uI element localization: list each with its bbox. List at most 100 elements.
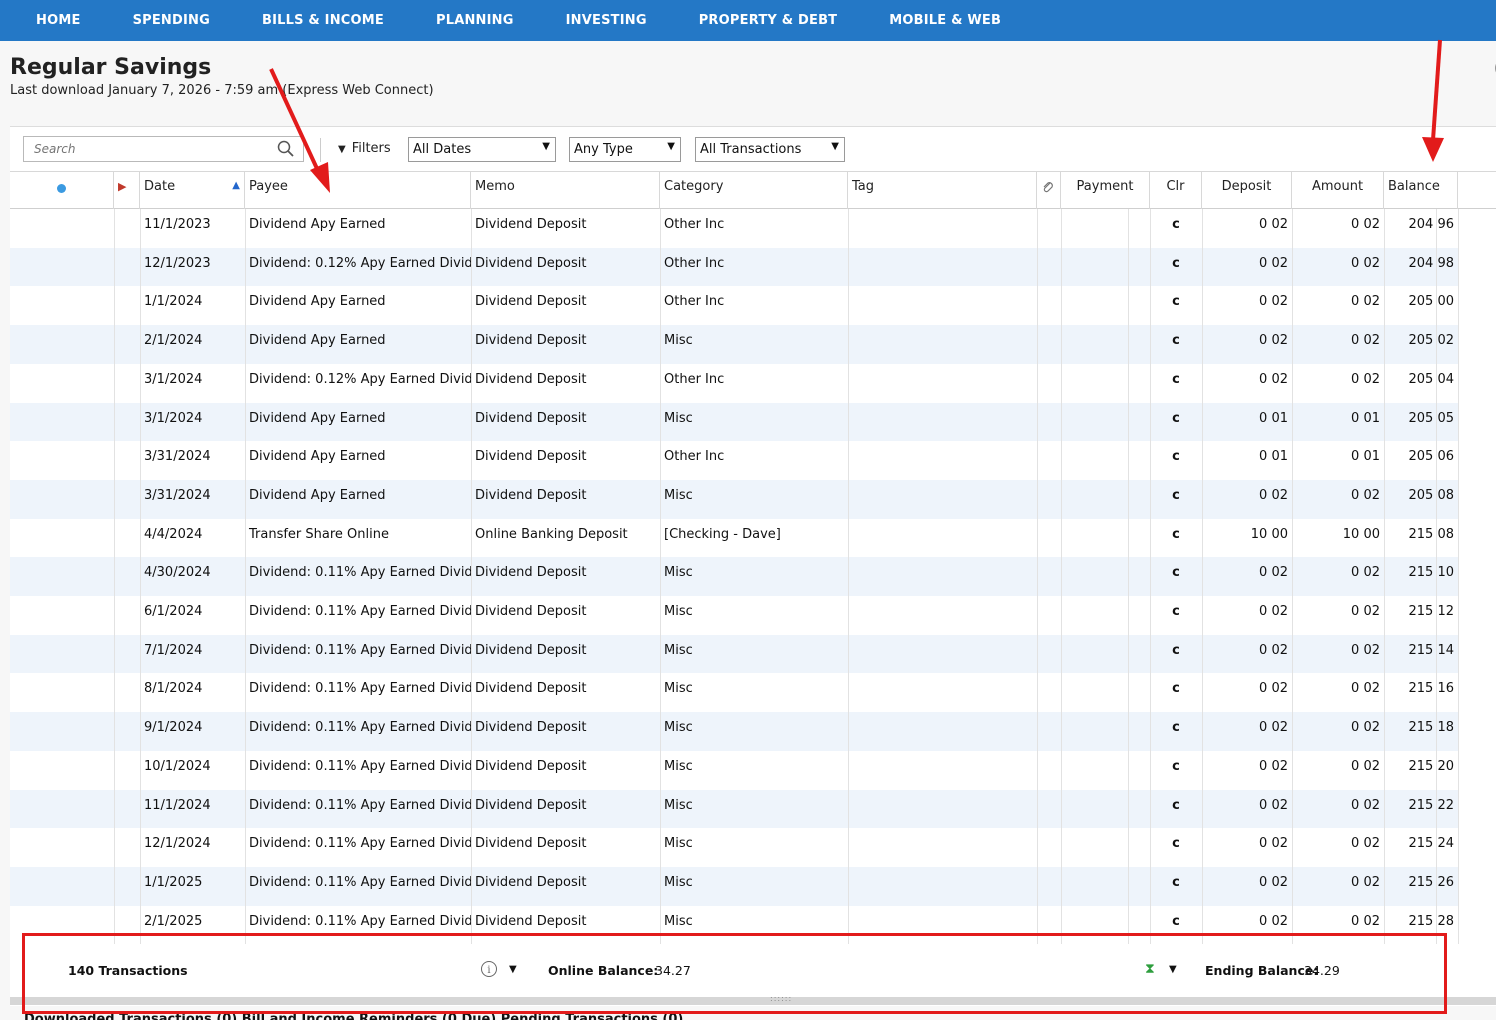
cell-category: Other Inc bbox=[664, 255, 725, 271]
table-row[interactable]: 9/1/2024 Dividend: 0.11% Apy Earned Divid… bbox=[10, 712, 1458, 751]
hourglass-icon[interactable]: ⧗ bbox=[1145, 961, 1155, 977]
grid-line bbox=[114, 209, 115, 945]
nav-planning[interactable]: PLANNING bbox=[410, 13, 540, 28]
search-icon[interactable] bbox=[277, 140, 295, 158]
cell-payee: Dividend Apy Earned bbox=[249, 217, 386, 232]
column-flag[interactable]: ▶ bbox=[114, 172, 140, 209]
cell-date: 3/31/2024 bbox=[144, 487, 211, 503]
table-row[interactable]: 12/1/2024 Dividend: 0.11% Apy Earned Divi… bbox=[10, 828, 1458, 867]
column-amount[interactable]: Amount bbox=[1292, 172, 1384, 209]
cell-clr: c bbox=[1172, 681, 1180, 697]
cell-amount: 0 02 bbox=[1351, 565, 1380, 581]
column-balance[interactable]: Balance bbox=[1384, 172, 1458, 209]
cell-memo: Dividend Deposit bbox=[475, 410, 587, 426]
column-memo[interactable]: Memo bbox=[471, 172, 660, 209]
column-deposit[interactable]: Deposit bbox=[1202, 172, 1292, 209]
filter-funnel-icon: ▼ bbox=[338, 144, 346, 155]
search-box[interactable] bbox=[23, 136, 304, 162]
info-icon[interactable]: i bbox=[480, 960, 498, 982]
table-row[interactable]: 4/30/2024 Dividend: 0.11% Apy Earned Divi… bbox=[10, 557, 1458, 596]
table-row[interactable]: 8/1/2024 Dividend: 0.11% Apy Earned Divid… bbox=[10, 673, 1458, 712]
cell-clr: c bbox=[1172, 255, 1180, 271]
register-column-header: ▶ Date ▲ Payee Memo Category Tag Payment … bbox=[10, 171, 1496, 209]
cell-date: 1/1/2024 bbox=[144, 294, 203, 310]
cell-deposit: 0 02 bbox=[1259, 797, 1288, 813]
cell-balance: 215 18 bbox=[1408, 720, 1455, 736]
cell-deposit: 10 00 bbox=[1250, 526, 1288, 542]
table-row[interactable]: 11/1/2024 Dividend: 0.11% Apy Earned Divi… bbox=[10, 789, 1458, 829]
nav-property-debt[interactable]: PROPERTY & DEBT bbox=[673, 13, 864, 28]
cell-clr: c bbox=[1172, 449, 1180, 465]
cell-memo: Dividend Deposit bbox=[475, 720, 587, 736]
cell-date: 12/1/2023 bbox=[144, 255, 211, 271]
transaction-count: 140 Transactions bbox=[68, 963, 188, 978]
search-input[interactable] bbox=[24, 137, 264, 161]
cell-memo: Dividend Deposit bbox=[475, 255, 587, 271]
status-dot-icon bbox=[57, 184, 66, 193]
column-status[interactable] bbox=[10, 172, 114, 209]
cell-clr: c bbox=[1172, 410, 1180, 426]
cell-clr: c bbox=[1172, 797, 1180, 813]
cell-memo: Dividend Deposit bbox=[475, 874, 587, 890]
table-row[interactable]: 3/1/2024 Dividend Apy Earned Dividend Depo… bbox=[10, 402, 1458, 442]
cell-balance: 204 96 bbox=[1408, 217, 1455, 232]
table-row[interactable]: 3/31/2024 Dividend Apy Earned Dividend Dep… bbox=[10, 441, 1458, 480]
cell-category: Misc bbox=[664, 642, 693, 658]
table-row[interactable]: 1/1/2024 Dividend Apy Earned Dividend Depo… bbox=[10, 286, 1458, 325]
cell-balance: 215 20 bbox=[1408, 758, 1455, 774]
transactions-filter-dropdown[interactable]: All Transactions ▼ bbox=[695, 137, 845, 162]
table-row[interactable]: 6/1/2024 Dividend: 0.11% Apy Earned Divid… bbox=[10, 596, 1458, 635]
column-tag[interactable]: Tag bbox=[848, 172, 1037, 209]
cell-date: 12/1/2024 bbox=[144, 836, 211, 852]
column-payment[interactable]: Payment bbox=[1061, 172, 1150, 209]
paperclip-icon bbox=[1043, 182, 1053, 193]
date-filter-dropdown[interactable]: All Dates ▼ bbox=[408, 137, 556, 162]
table-row[interactable]: 10/1/2024 Dividend: 0.11% Apy Earned Divi… bbox=[10, 751, 1458, 790]
column-category[interactable]: Category bbox=[660, 172, 848, 209]
filters-button[interactable]: ▼ Filters bbox=[338, 141, 391, 156]
cell-date: 6/1/2024 bbox=[144, 604, 203, 619]
table-row[interactable]: 2/1/2024 Dividend Apy Earned Dividend Depo… bbox=[10, 325, 1458, 364]
table-row[interactable]: 3/1/2024 Dividend: 0.12% Apy Earned Divid… bbox=[10, 364, 1458, 403]
cell-balance: 205 08 bbox=[1408, 487, 1455, 503]
cell-date: 10/1/2024 bbox=[144, 758, 211, 774]
table-row[interactable]: 2/1/2025 Dividend: 0.11% Apy Earned Divid… bbox=[10, 906, 1458, 945]
nav-investing[interactable]: INVESTING bbox=[540, 13, 673, 28]
nav-mobile-web[interactable]: MOBILE & WEB bbox=[863, 13, 1027, 28]
chevron-down-icon: ▼ bbox=[667, 141, 675, 152]
table-row[interactable]: 1/1/2025 Dividend: 0.11% Apy Earned Divid… bbox=[10, 866, 1458, 906]
cell-payee: Dividend: 0.11% Apy Earned Divide bbox=[249, 758, 471, 774]
table-row[interactable]: 3/31/2024 Dividend Apy Earned Dividend Dep… bbox=[10, 479, 1458, 519]
cell-clr: c bbox=[1172, 333, 1180, 349]
table-row[interactable]: 7/1/2024 Dividend: 0.11% Apy Earned Divid… bbox=[10, 634, 1458, 674]
table-row[interactable]: 11/1/2023 Dividend Apy Earned Dividend Dep… bbox=[10, 209, 1458, 248]
nav-bills-income[interactable]: BILLS & INCOME bbox=[236, 13, 410, 28]
bottom-tabs[interactable]: Downloaded Transactions (0) Bill and Inc… bbox=[24, 1012, 683, 1020]
cell-amount: 0 02 bbox=[1351, 217, 1380, 232]
cell-date: 8/1/2024 bbox=[144, 681, 203, 697]
cell-deposit: 0 02 bbox=[1259, 604, 1288, 619]
type-filter-dropdown[interactable]: Any Type ▼ bbox=[569, 137, 681, 162]
column-payee[interactable]: Payee bbox=[245, 172, 471, 209]
column-date[interactable]: Date ▲ bbox=[140, 172, 245, 209]
column-attachment[interactable] bbox=[1037, 172, 1061, 209]
nav-spending[interactable]: SPENDING bbox=[107, 13, 236, 28]
table-row[interactable]: 4/4/2024 Transfer Share Online Online Bank… bbox=[10, 519, 1458, 558]
cell-balance: 205 00 bbox=[1408, 294, 1455, 310]
chevron-down-icon[interactable]: ▼ bbox=[509, 964, 517, 975]
table-row[interactable]: 12/1/2023 Dividend: 0.12% Apy Earned Divi… bbox=[10, 247, 1458, 287]
register-panel: ▼ Filters All Dates ▼ Any Type ▼ All Transa… bbox=[10, 126, 1496, 1006]
last-download-text: Last download January 7, 2026 - 7:59 am … bbox=[10, 83, 434, 98]
grid-line bbox=[848, 209, 849, 945]
cell-balance: 215 22 bbox=[1408, 797, 1455, 813]
chevron-down-icon[interactable]: ▼ bbox=[1169, 964, 1177, 975]
cell-date: 7/1/2024 bbox=[144, 642, 203, 658]
column-clr[interactable]: Clr bbox=[1150, 172, 1202, 209]
cell-amount: 0 02 bbox=[1351, 681, 1380, 697]
nav-home[interactable]: HOME bbox=[10, 13, 107, 28]
cell-memo: Dividend Deposit bbox=[475, 294, 587, 310]
cell-amount: 0 02 bbox=[1351, 371, 1380, 387]
resize-grip[interactable]: :::::: bbox=[10, 994, 1496, 1005]
cell-clr: c bbox=[1172, 604, 1180, 619]
transaction-list: 11/1/2023 Dividend Apy Earned Dividend Dep… bbox=[10, 209, 1496, 945]
